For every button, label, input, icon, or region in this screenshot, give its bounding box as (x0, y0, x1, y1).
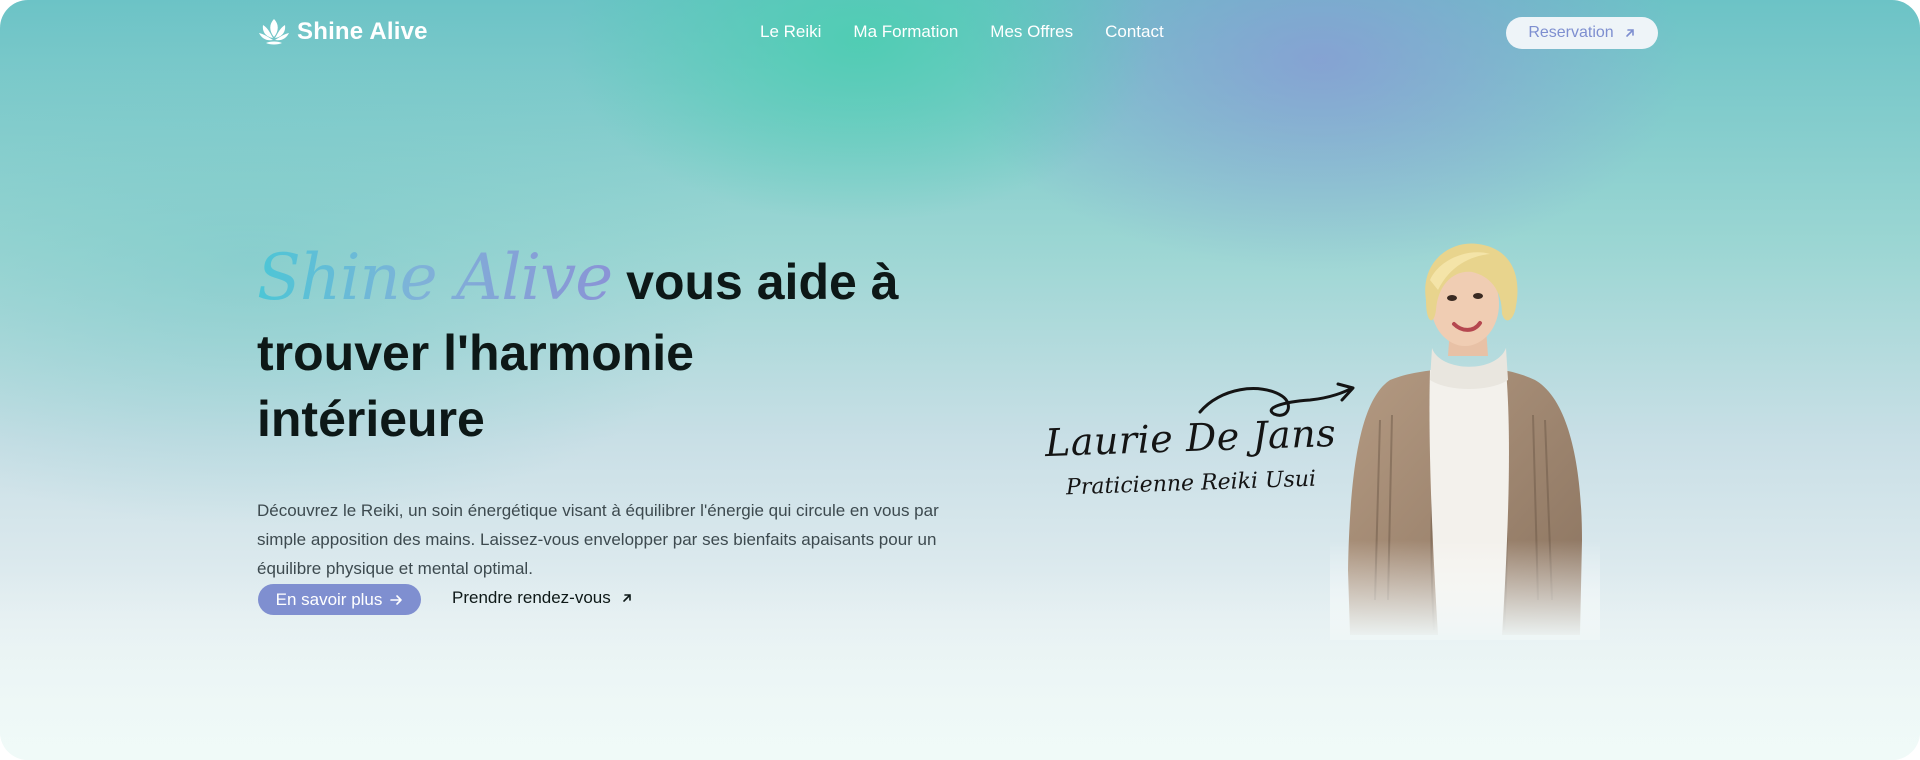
nav-item-mes-offres[interactable]: Mes Offres (990, 22, 1073, 42)
title-line-1: Shine Alive vous aide à (257, 240, 899, 316)
practitioner-portrait (1330, 240, 1600, 640)
title-line-1-rest: vous aide à (626, 254, 899, 310)
main-nav: Le Reiki Ma Formation Mes Offres Contact (760, 22, 1164, 42)
hero-title: Shine Alive vous aide à trouver l'harmon… (257, 240, 899, 452)
nav-item-ma-formation[interactable]: Ma Formation (853, 22, 958, 42)
hero-description: Découvrez le Reiki, un soin énergétique … (257, 501, 939, 578)
reservation-label: Reservation (1528, 24, 1614, 41)
learn-more-button[interactable]: En savoir plus (258, 584, 421, 615)
reservation-button[interactable]: Reservation (1506, 17, 1658, 49)
logo-text: Shine Alive (297, 18, 428, 45)
nav-item-contact[interactable]: Contact (1105, 22, 1164, 42)
practitioner-name: Laurie De Jans (1044, 410, 1337, 466)
title-line-3: intérieure (257, 391, 485, 447)
title-line-2: trouver l'harmonie (257, 325, 694, 381)
hero-section: Shine Alive Le Reiki Ma Formation Mes Of… (0, 0, 1920, 760)
lotus-icon (259, 19, 289, 45)
logo[interactable]: Shine Alive (257, 16, 428, 48)
book-appointment-link[interactable]: Prendre rendez-vous (452, 588, 633, 608)
learn-more-label: En savoir plus (275, 589, 383, 609)
arrow-right-icon (390, 594, 403, 605)
arrow-up-right-icon (1625, 29, 1634, 37)
nav-item-le-reiki[interactable]: Le Reiki (760, 22, 821, 42)
book-appointment-label: Prendre rendez-vous (452, 588, 611, 607)
practitioner-role: Praticienne Reiki Usui (1065, 466, 1317, 501)
brand-script-text: Shine Alive (257, 241, 613, 315)
arrow-up-right-icon (622, 594, 631, 602)
